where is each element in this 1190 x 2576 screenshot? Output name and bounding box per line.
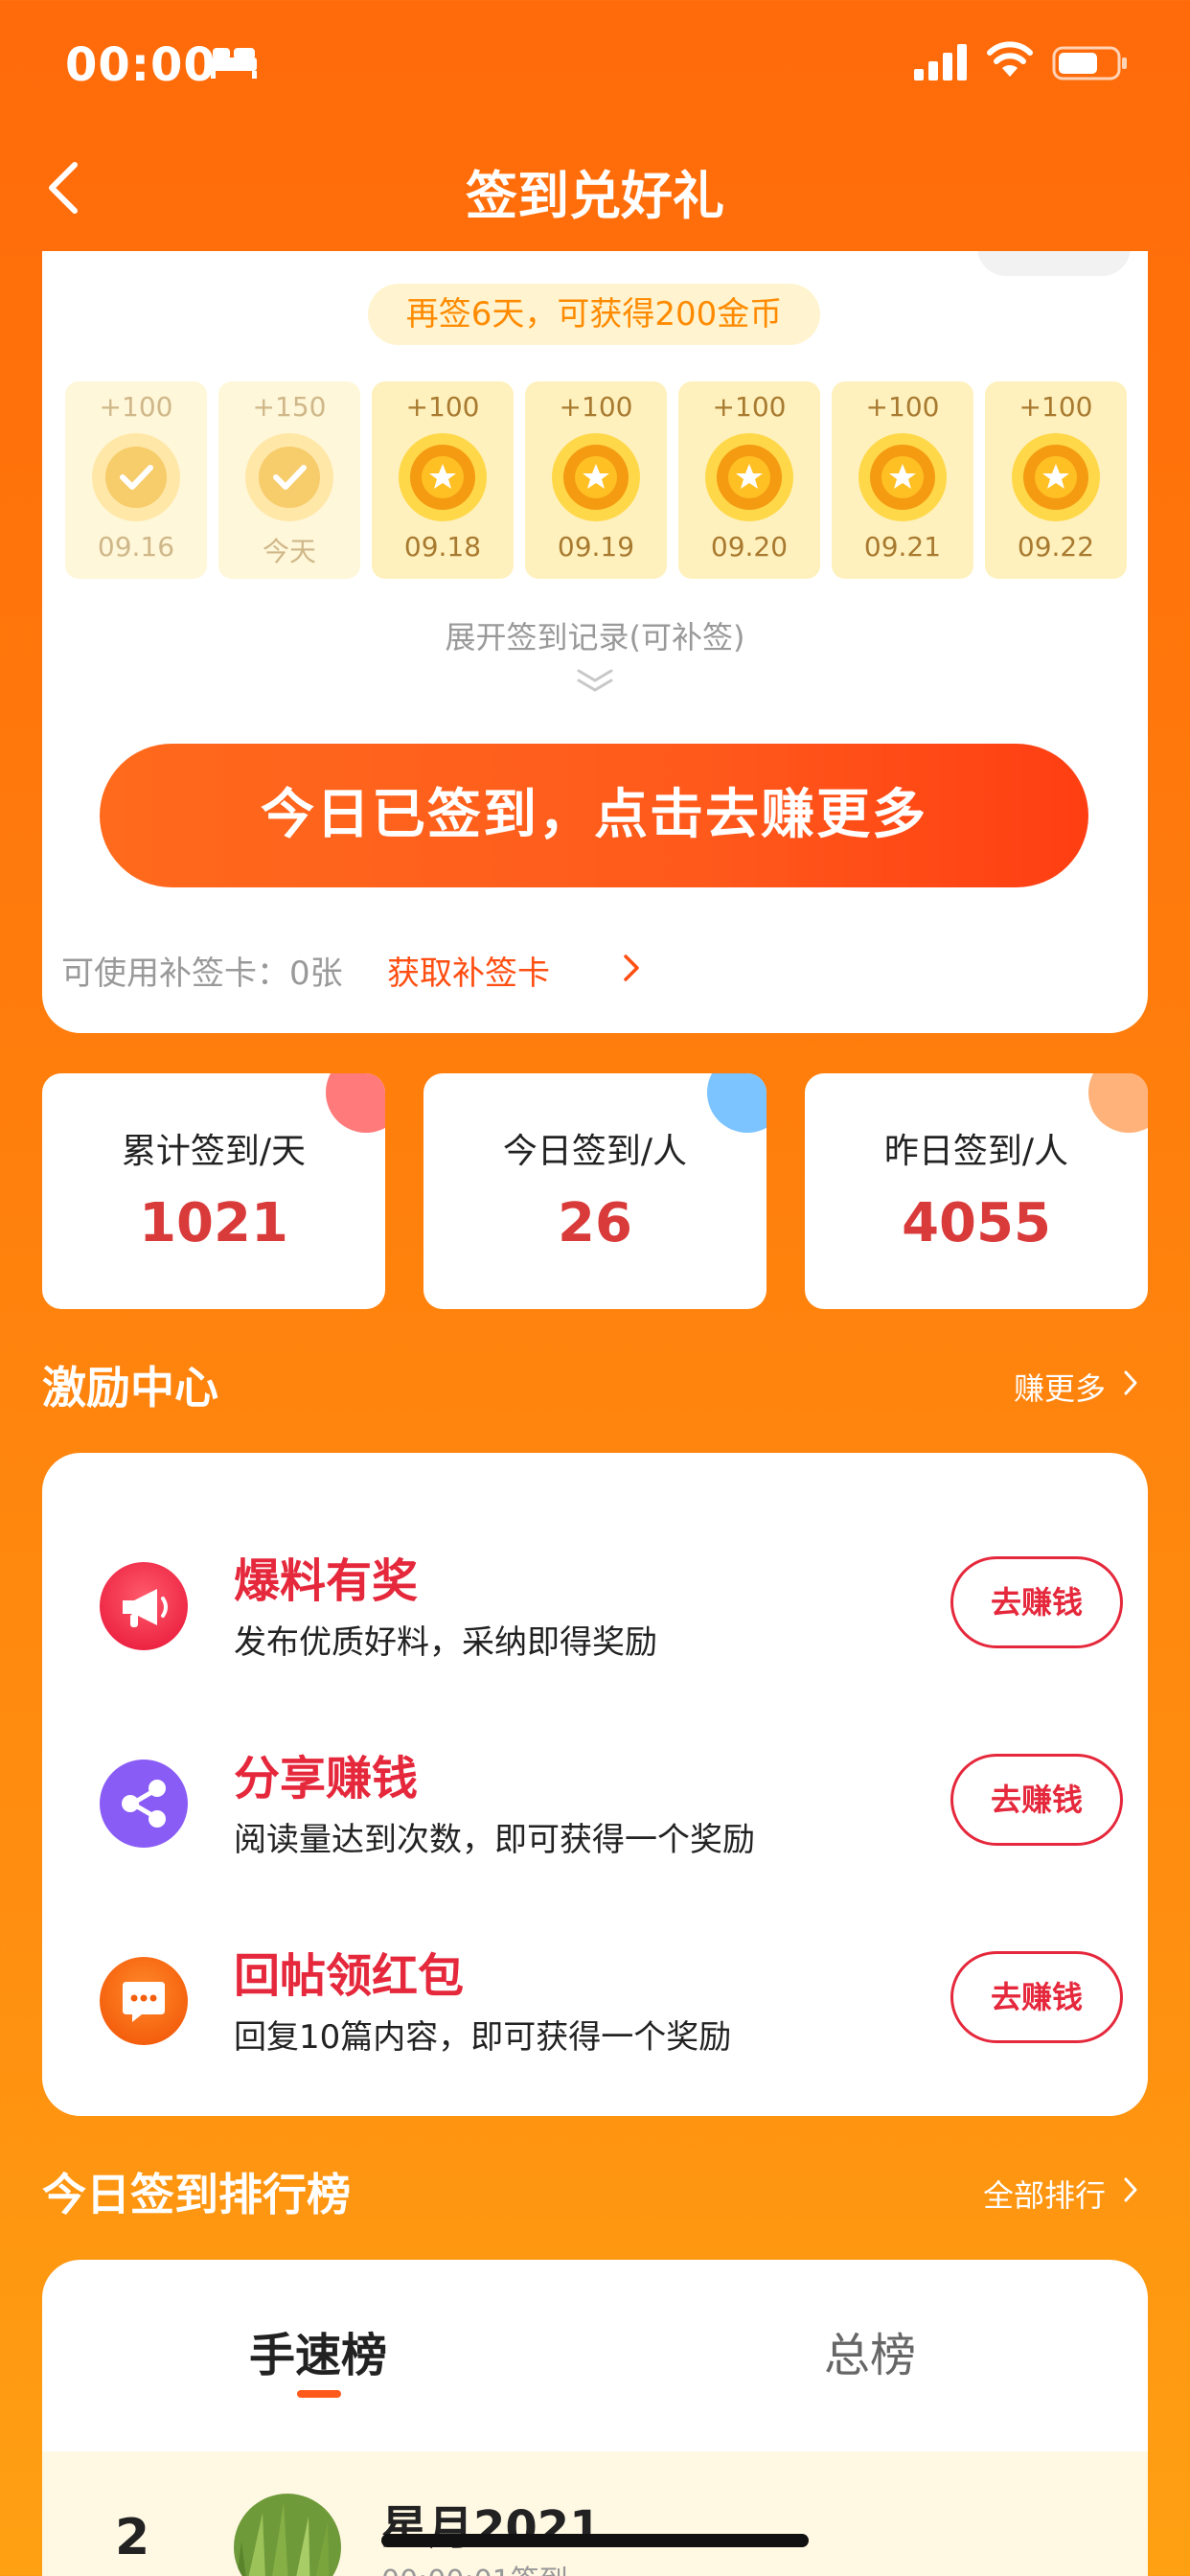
go-earn-button[interactable]: 去赚钱 [950,1556,1123,1648]
earn-more-link[interactable]: 赚更多 [1014,1365,1106,1409]
stat-label: 昨日签到/人 [883,1132,1069,1171]
stat-label: 累计签到/天 [121,1132,307,1171]
task-item: 回帖领红包 回复10篇内容，即可获得一个奖励 去赚钱 [42,1919,1148,2091]
day-points: +100 [99,391,173,423]
day-date: 09.22 [1017,531,1095,563]
task-desc: 发布优质好料，采纳即得奖励 [234,1623,657,1662]
stat-value: 4055 [902,1192,1051,1254]
task-title: 分享赚钱 [234,1752,419,1806]
share-icon [100,1760,188,1848]
incentive-title: 激励中心 [42,1362,218,1414]
tab-speed-ranking[interactable]: 手速榜 [249,2317,387,2384]
expand-record-link[interactable]: 展开签到记录(可补签) [42,613,1148,657]
ranking-row[interactable]: 2 星月2021 00:00:01签到 [42,2451,1148,2576]
chevron-right-icon[interactable] [623,953,640,983]
day-points: +100 [865,391,940,423]
cellular-signal-icon [914,44,967,80]
megaphone-icon [100,1562,188,1650]
day-date: 09.16 [97,531,175,563]
signin-days: +100 09.16 +150 今天 +100 09.18 +100 09.19… [65,381,1129,579]
day-date: 09.21 [863,531,942,563]
star-coin-icon [1012,433,1100,521]
day-date: 今天 [262,536,316,567]
stat-total-signin: 累计签到/天 1021 [42,1073,385,1309]
day-date: 09.20 [710,531,789,563]
status-bar: 00:00 [0,0,1190,134]
star-coin-icon [399,433,487,521]
signin-card: 再签6天，可获得200金币 +100 09.16 +150 今天 +100 09… [42,251,1148,1033]
all-ranking-link[interactable]: 全部排行 [983,2172,1106,2216]
task-title: 爆料有奖 [234,1554,419,1608]
day-item: +100 09.18 [372,381,514,579]
task-item: 爆料有奖 发布优质好料，采纳即得奖励 去赚钱 [42,1524,1148,1696]
go-earn-button[interactable]: 去赚钱 [950,1754,1123,1846]
task-desc: 阅读量达到次数，即可获得一个奖励 [234,1821,755,1859]
sleep-mode-icon [211,48,257,79]
page-title: 签到兑好礼 [466,166,724,226]
card-top-button[interactable] [977,251,1131,276]
home-indicator [381,2534,809,2547]
chat-icon [100,1957,188,2045]
day-points: +100 [1018,391,1093,423]
chevron-right-icon[interactable] [1123,2175,1138,2204]
day-item: +150 今天 [218,381,360,579]
incentive-tasks-card: 爆料有奖 发布优质好料，采纳即得奖励 去赚钱 分享赚钱 阅读量达到次数，即可获得… [42,1453,1148,2116]
day-points: +100 [712,391,787,423]
signin-reminder: 再签6天，可获得200金币 [368,284,820,345]
day-item: +100 09.16 [65,381,207,579]
battery-icon [1052,46,1127,80]
check-coin-icon [245,433,333,521]
status-time: 00:00 [65,38,217,92]
double-chevron-down-icon[interactable] [575,667,615,696]
day-item: +100 09.19 [525,381,667,579]
get-makeup-card-link[interactable]: 获取补签卡 [387,947,550,994]
star-coin-icon [552,433,640,521]
day-points: +100 [405,391,480,423]
day-points: +100 [559,391,633,423]
star-coin-icon [858,433,947,521]
day-item: +100 09.22 [985,381,1127,579]
stat-value: 26 [558,1192,632,1254]
task-desc: 回复10篇内容，即可获得一个奖励 [234,2018,732,2057]
day-item: +100 09.20 [678,381,820,579]
chevron-right-icon[interactable] [1123,1368,1138,1397]
task-title: 回帖领红包 [234,1949,465,2003]
earn-more-button[interactable]: 今日已签到，点击去赚更多 [100,744,1088,887]
ranking-title: 今日签到排行榜 [42,2169,351,2220]
rank-signin-time: 00:00:01签到 [381,2557,568,2576]
wifi-icon [987,41,1033,77]
check-coin-icon [92,433,180,521]
active-tab-indicator [297,2390,341,2398]
rank-number: 2 [115,2509,150,2566]
day-date: 09.19 [557,531,635,563]
task-item: 分享赚钱 阅读量达到次数，即可获得一个奖励 去赚钱 [42,1721,1148,1894]
stat-label: 今日签到/人 [502,1132,688,1171]
stat-today-signin: 今日签到/人 26 [423,1073,767,1309]
avatar [234,2494,341,2576]
ranking-card: 手速榜 总榜 2 星月2021 00:00:01签到 [42,2260,1148,2576]
makeup-card-count: 可使用补签卡：0张 [61,954,343,993]
day-item: +100 09.21 [832,381,973,579]
star-coin-icon [705,433,793,521]
day-points: +150 [252,391,327,423]
stat-value: 1021 [139,1192,288,1254]
tab-overall-ranking[interactable]: 总榜 [824,2317,916,2384]
day-date: 09.18 [403,531,482,563]
go-earn-button[interactable]: 去赚钱 [950,1951,1123,2043]
stat-yesterday-signin: 昨日签到/人 4055 [805,1073,1148,1309]
